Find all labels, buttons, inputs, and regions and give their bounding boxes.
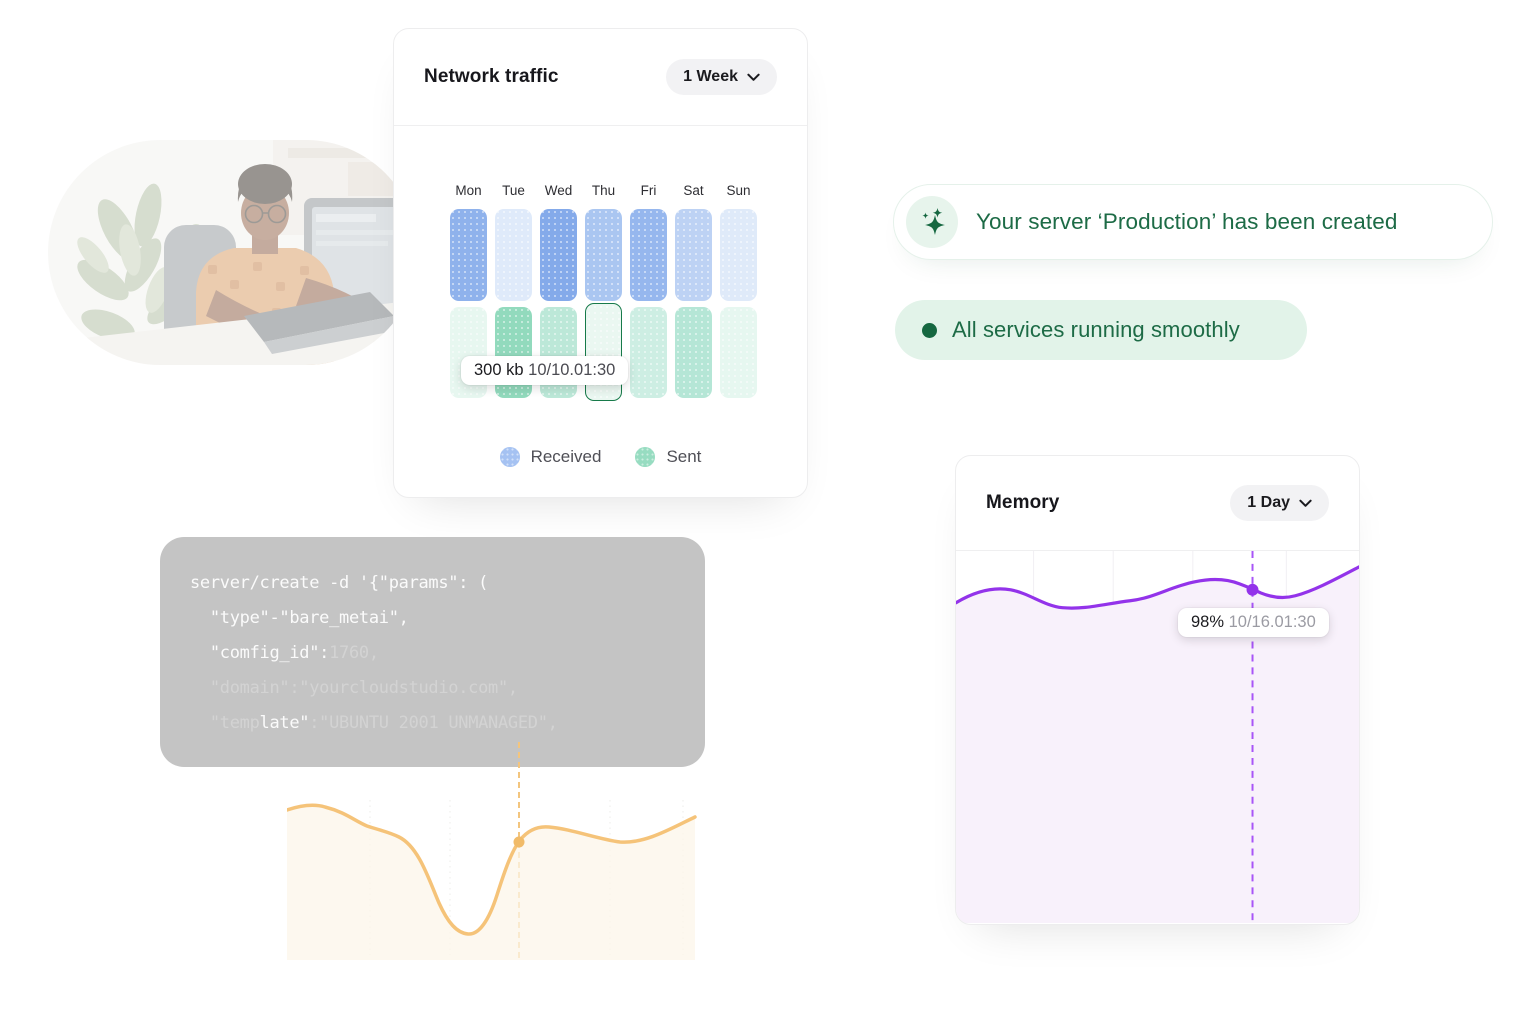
person-photo <box>48 140 418 365</box>
legend-item-sent: Sent <box>635 447 701 467</box>
code-line: "template":"UBUNTU 2001 UNMANAGED", <box>190 706 675 741</box>
day-label: Thu <box>592 183 615 201</box>
day-column: Sun <box>720 183 757 401</box>
day-label: Sun <box>726 183 750 201</box>
bottom-line-chart <box>287 795 697 960</box>
network-tooltip-value: 300 kb <box>474 361 524 379</box>
received-bar[interactable] <box>585 209 622 301</box>
day-label: Tue <box>502 183 525 201</box>
network-bar-chart: 300 kb 10/10.01:30 Mon Tue Wed Thu Fri Sat Sun <box>394 183 807 401</box>
services-status-text: All services running smoothly <box>952 317 1240 343</box>
received-bar[interactable] <box>495 209 532 301</box>
received-bar[interactable] <box>450 209 487 301</box>
day-column: Fri <box>630 183 667 401</box>
code-line: "type"-"bare_metai", <box>190 601 675 636</box>
day-label: Sat <box>683 183 703 201</box>
day-label: Fri <box>641 183 657 201</box>
day-column: Sat <box>675 183 712 401</box>
network-range-label: 1 Week <box>683 68 738 86</box>
network-range-dropdown[interactable]: 1 Week <box>666 59 777 95</box>
status-dot-icon <box>922 323 937 338</box>
received-bar[interactable] <box>675 209 712 301</box>
network-legend: Received Sent <box>394 447 807 467</box>
received-bar[interactable] <box>720 209 757 301</box>
network-card-title: Network traffic <box>424 66 559 88</box>
memory-card-header: Memory 1 Day <box>956 456 1359 551</box>
sent-bar[interactable] <box>675 307 712 398</box>
page: Network traffic 1 Week 300 kb 10/10.01:3… <box>0 0 1536 1024</box>
network-tooltip: 300 kb 10/10.01:30 <box>461 356 628 385</box>
memory-range-dropdown[interactable]: 1 Day <box>1230 485 1329 521</box>
network-card-header: Network traffic 1 Week <box>394 29 807 126</box>
legend-sent-label: Sent <box>666 447 701 467</box>
memory-card: Memory 1 Day 98% 10/16.01: <box>955 455 1360 925</box>
person-photo-illustration <box>48 140 418 365</box>
memory-tooltip-time: 10/16.01:30 <box>1229 613 1316 631</box>
network-tooltip-time: 10/10.01:30 <box>528 361 615 379</box>
code-lines: server/create -d '{"params": ( "type"-"b… <box>190 566 675 741</box>
server-created-notification: Your server ‘Production’ has been create… <box>893 184 1493 260</box>
services-status-badge: All services running smoothly <box>895 300 1307 360</box>
code-line: "comfig_id":1760, <box>190 636 675 671</box>
bottom-chart-marker-dot <box>514 837 525 848</box>
sent-bar[interactable] <box>720 307 757 398</box>
day-label: Mon <box>455 183 481 201</box>
received-bar[interactable] <box>540 209 577 301</box>
memory-tooltip: 98% 10/16.01:30 <box>1178 608 1329 637</box>
chevron-down-icon <box>1299 499 1312 508</box>
terminal-code-block: server/create -d '{"params": ( "type"-"b… <box>160 537 705 767</box>
memory-card-title: Memory <box>986 492 1059 514</box>
legend-received-label: Received <box>531 447 602 467</box>
day-label: Wed <box>545 183 573 201</box>
sent-bar-selected[interactable] <box>585 303 622 401</box>
received-swatch-icon <box>500 447 520 467</box>
legend-item-received: Received <box>500 447 602 467</box>
sent-bar[interactable] <box>630 307 667 398</box>
sent-swatch-icon <box>635 447 655 467</box>
memory-tooltip-value: 98% <box>1191 613 1224 631</box>
sparkles-icon <box>906 196 958 248</box>
memory-marker-dot <box>1247 584 1259 596</box>
memory-chart-svg <box>956 551 1359 923</box>
code-line: "domain":"yourcloudstudio.com", <box>190 671 675 706</box>
memory-range-label: 1 Day <box>1247 494 1290 512</box>
chevron-down-icon <box>747 73 760 82</box>
code-line: server/create -d '{"params": ( <box>190 566 675 601</box>
network-traffic-card: Network traffic 1 Week 300 kb 10/10.01:3… <box>393 28 808 498</box>
received-bar[interactable] <box>630 209 667 301</box>
memory-line-chart: 98% 10/16.01:30 <box>956 551 1359 925</box>
server-created-text: Your server ‘Production’ has been create… <box>976 209 1397 235</box>
bottom-chart-svg <box>287 795 697 960</box>
